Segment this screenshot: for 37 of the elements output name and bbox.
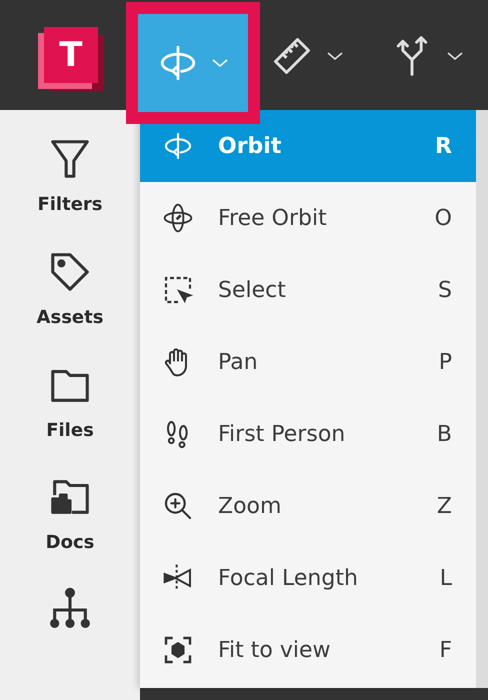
menu-item[interactable]: Fit to view F	[140, 614, 476, 686]
orbit-icon	[162, 130, 194, 162]
menu-item-label: Orbit	[218, 134, 282, 158]
chevron-down-icon	[326, 51, 344, 61]
shortcut-key: R	[435, 134, 452, 158]
free-orbit-icon	[162, 202, 194, 234]
sidebar-label[interactable]: Assets	[36, 306, 104, 328]
menu-item-label: Pan	[218, 350, 259, 374]
menu-item[interactable]: Free Orbit O	[140, 182, 476, 254]
shortcut-key: Z	[436, 494, 452, 518]
menu-item-label: Select	[218, 278, 287, 302]
fit-view-icon	[162, 634, 194, 666]
shortcut-key: P	[438, 350, 452, 374]
shortcut-key: S	[438, 278, 452, 302]
menu-item-label: Free Orbit	[218, 206, 328, 230]
menu-item-label: Zoom	[218, 494, 282, 518]
select-box-icon	[162, 274, 194, 306]
menu-item-label: First Person	[218, 422, 346, 446]
menu-item-label: Focal Length	[218, 566, 359, 590]
zoom-in-icon	[162, 490, 194, 522]
app-logo[interactable]: T	[44, 27, 98, 83]
menu-item[interactable]: Focal Length L	[140, 542, 476, 614]
sidebar-label[interactable]: Filters	[37, 194, 103, 215]
menu-item[interactable]: First Person B	[140, 398, 476, 470]
menu-item-label: Fit to view	[218, 638, 332, 662]
chevron-down-icon	[446, 51, 464, 61]
menu-item[interactable]: Zoom Z	[140, 470, 476, 542]
shortcut-key: L	[440, 566, 452, 590]
shortcut-key: B	[436, 422, 452, 446]
menu-item[interactable]: Pan P	[140, 326, 476, 398]
shortcut-key: F	[439, 638, 452, 662]
orbit-tool-button[interactable]	[138, 14, 248, 112]
sidebar-label[interactable]: Files	[46, 420, 94, 441]
chevron-down-icon	[210, 58, 229, 68]
shortcut-key: O	[434, 206, 452, 230]
menu-item[interactable]: Select S	[140, 254, 476, 326]
sidebar-label[interactable]: Docs	[46, 532, 94, 554]
